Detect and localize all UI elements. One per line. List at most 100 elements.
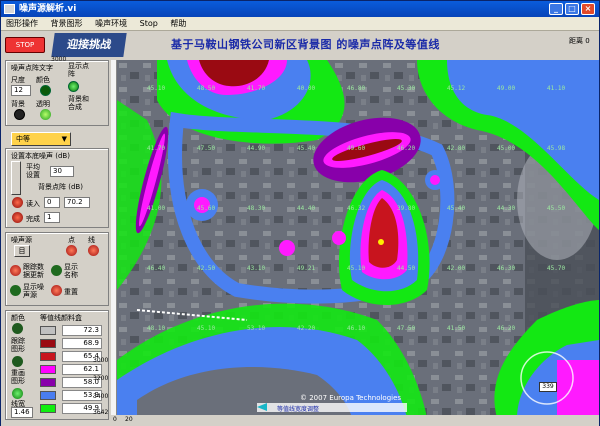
color-led-2[interactable] xyxy=(12,323,23,334)
average-input[interactable]: 30 xyxy=(50,166,74,177)
grid-label: 47.50 xyxy=(397,325,415,332)
grid-label: 47.50 xyxy=(197,145,215,152)
contour-magenta-spot-4 xyxy=(332,231,346,245)
done-label: 完成 xyxy=(26,215,40,223)
contour-magenta-corner xyxy=(557,360,599,418)
grid-label: 45.10 xyxy=(147,85,165,92)
maximize-button[interactable]: □ xyxy=(565,3,579,15)
ruler-tick-3642: 3642 xyxy=(93,409,109,416)
chevron-down-icon: ▼ xyxy=(61,135,67,143)
color-swatch[interactable] xyxy=(40,85,51,96)
grid-label: 44.90 xyxy=(247,145,265,152)
grid-label: 44.50 xyxy=(397,265,415,272)
status-bar: 0 20 xyxy=(111,415,599,426)
source-select-button[interactable]: 目 xyxy=(14,245,30,257)
contour-group: 颜色 跟踪图形 重画图形 线宽 1.46 等值线颜料盒 72.3 68.9 65.4… xyxy=(5,310,109,420)
main-window: 噪声源解析.vi _ □ × 图形操作 背景图形 噪声环境 Stop 帮助 ST… xyxy=(0,0,600,426)
done-input[interactable]: 1 xyxy=(44,212,60,223)
grid-label: 44.40 xyxy=(297,205,315,212)
read-in-led[interactable] xyxy=(12,197,23,208)
legend-swatch[interactable] xyxy=(40,339,56,348)
bg-swatch[interactable] xyxy=(14,109,25,120)
setting-label: 设置本底噪声 (dB) xyxy=(11,152,70,160)
legend-swatch[interactable] xyxy=(40,378,56,387)
legend-swatch[interactable] xyxy=(40,404,56,413)
distance-label: 距离 0 xyxy=(569,37,590,45)
grid-label: 41.10 xyxy=(547,85,565,92)
menu-background[interactable]: 背景图形 xyxy=(46,17,88,31)
grid-label: 46.20 xyxy=(397,145,415,152)
grid-label: 45.40 xyxy=(297,145,315,152)
show-source-led[interactable] xyxy=(10,285,21,296)
color-label-2: 颜色 xyxy=(11,314,25,322)
menu-stop[interactable]: Stop xyxy=(135,17,163,31)
show-matrix-label: 显示点阵 xyxy=(68,62,89,78)
grid-label: 44.30 xyxy=(497,205,515,212)
grid-label: 43.10 xyxy=(247,265,265,272)
done-led[interactable] xyxy=(12,212,23,223)
ruler-tick-3200: 3200 xyxy=(93,375,109,382)
compass-value: 339 xyxy=(539,382,557,392)
contour-magenta-spot-3 xyxy=(279,240,295,256)
grid-label: 45.10 xyxy=(197,325,215,332)
tracking-label: 跟踪数据更新 xyxy=(23,263,44,279)
reset-led[interactable] xyxy=(51,285,62,296)
legend-swatch[interactable] xyxy=(40,391,56,400)
size-input[interactable]: 12 xyxy=(11,85,31,96)
grid-label: 48.30 xyxy=(247,205,265,212)
line-led[interactable] xyxy=(88,245,99,256)
point-led[interactable] xyxy=(66,245,77,256)
grid-label: 45.00 xyxy=(497,145,515,152)
menu-noise-env[interactable]: 噪声环境 xyxy=(90,17,132,31)
grid-label: 45.50 xyxy=(547,205,565,212)
line-width-led[interactable] xyxy=(12,388,23,399)
map-canvas: 45.10 48.50 41.70 40.00 46.80 45.30 45.12 49.00… xyxy=(117,60,599,418)
grid-label: 42.80 xyxy=(447,145,465,152)
noise-map[interactable]: 45.10 48.50 41.70 40.00 46.80 45.30 45.12 49.00… xyxy=(117,60,599,418)
bg-combine-label: 背景和合成 xyxy=(68,95,89,111)
grid-label: 46.30 xyxy=(497,265,515,272)
grid-label: 48.50 xyxy=(197,85,215,92)
legend-row: 72.3 xyxy=(40,325,106,336)
overlay-led[interactable] xyxy=(12,356,23,367)
average-slider[interactable] xyxy=(11,161,21,195)
menu-help[interactable]: 帮助 xyxy=(165,17,191,31)
show-matrix-led[interactable] xyxy=(68,81,79,92)
show-source-label: 显示噪声源 xyxy=(23,283,44,299)
line-width-input[interactable]: 1.46 xyxy=(11,407,33,418)
menu-graphics[interactable]: 图形操作 xyxy=(1,17,43,31)
legend-swatch[interactable] xyxy=(40,352,56,361)
grid-label: 42.20 xyxy=(297,325,315,332)
stop-button[interactable]: STOP xyxy=(5,37,45,53)
reset-label: 重置 xyxy=(64,288,78,296)
grid-label: 42.00 xyxy=(447,265,465,272)
tracking-led[interactable] xyxy=(10,265,21,276)
transparent-led[interactable] xyxy=(40,109,51,120)
grid-label: 41.70 xyxy=(147,145,165,152)
quality-dropdown[interactable]: 中等 ▼ xyxy=(11,132,71,146)
grid-label: 46.10 xyxy=(347,325,365,332)
grid-label: 45.30 xyxy=(397,85,415,92)
map-title: 基于马鞍山钢铁公司新区背景图 的噪声点阵及等值线 xyxy=(171,38,440,51)
show-name-label: 显示名称 xyxy=(64,263,78,279)
text-matrix-group: 噪声点阵文字 显示点阵 尺度 12 颜色 背景 透明 背景和合成 xyxy=(5,60,109,126)
width-adjust-label: 等值线宽度调整 xyxy=(277,406,320,413)
quality-dropdown-value: 中等 xyxy=(16,135,30,143)
line-label: 线 xyxy=(88,236,95,244)
legend-value: 68.9 xyxy=(62,338,102,349)
show-name-led[interactable] xyxy=(51,265,62,276)
bg-label: 背景 xyxy=(11,100,25,108)
legend-swatch[interactable] xyxy=(40,326,56,335)
close-button[interactable]: × xyxy=(581,3,595,15)
minimize-button[interactable]: _ xyxy=(549,3,563,15)
contour-magenta-spot-2 xyxy=(430,175,440,185)
grid-label: 49.60 xyxy=(347,145,365,152)
legend-swatch[interactable] xyxy=(40,365,56,374)
read-in-b[interactable]: 70.2 xyxy=(64,197,90,208)
grid-label: 45.70 xyxy=(547,265,565,272)
legend-row: 62.1 xyxy=(40,364,106,375)
window-title: 噪声源解析.vi xyxy=(19,4,77,14)
grid-label: 41.50 xyxy=(447,325,465,332)
control-panel: 噪声点阵文字 显示点阵 尺度 12 颜色 背景 透明 背景和合成 中等 ▼ 设置… xyxy=(1,60,111,426)
read-in-a[interactable]: 0 xyxy=(44,197,60,208)
